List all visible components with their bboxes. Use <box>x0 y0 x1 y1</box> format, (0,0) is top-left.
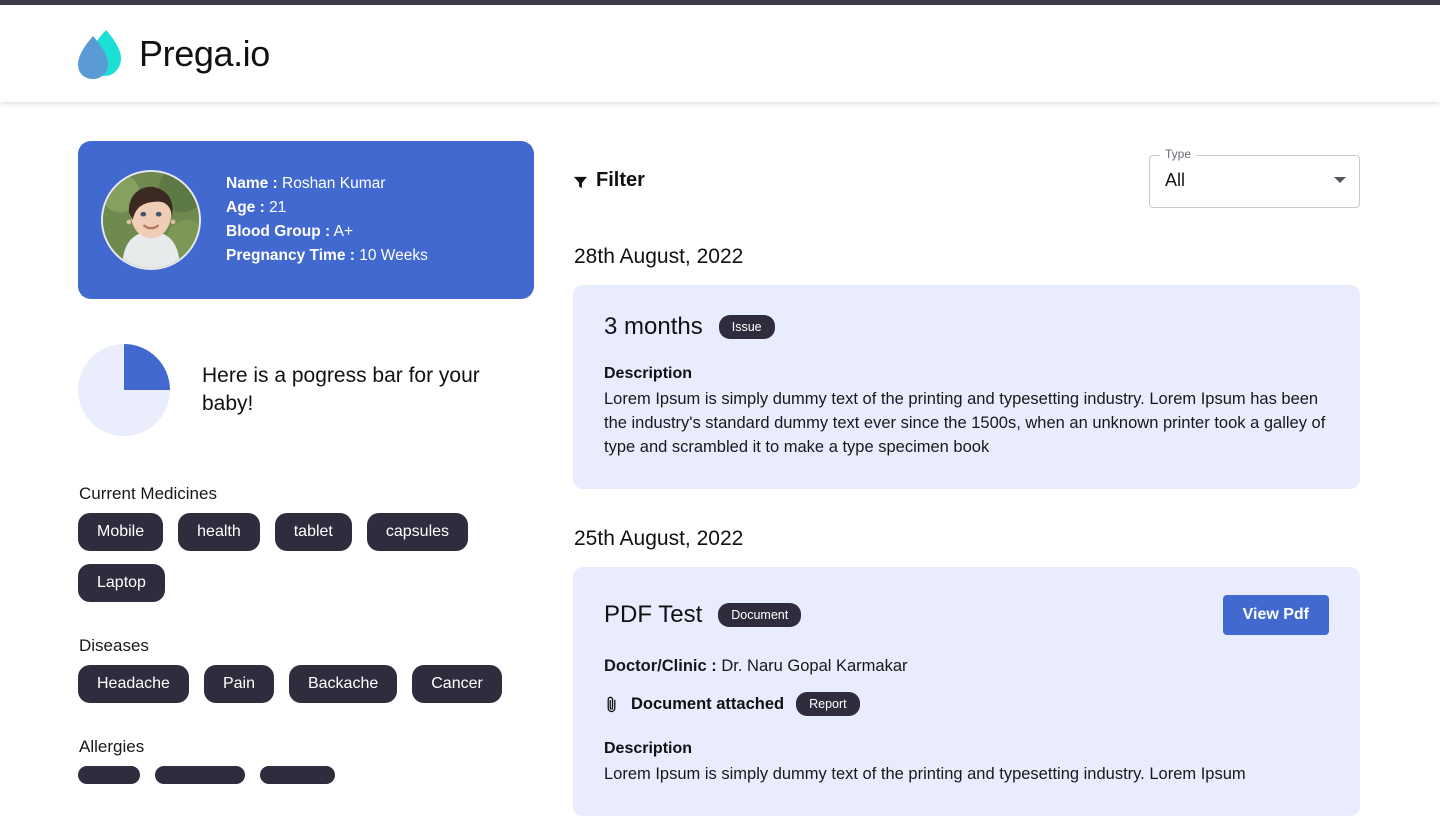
patient-field-blood-group: Blood Group : A+ <box>226 220 428 244</box>
patient-sidebar: Name : Roshan Kumar Age : 21 Blood Group… <box>78 141 534 784</box>
group-current-medicines: Current Medicines Mobile health tablet c… <box>78 484 534 602</box>
funnel-icon <box>573 173 588 189</box>
patient-field-age-label: Age : <box>226 199 265 216</box>
description-label: Description <box>604 365 693 382</box>
attachment-label: Document attached <box>631 694 785 713</box>
record-title: PDF Test <box>604 601 703 628</box>
chevron-down-icon[interactable] <box>1334 177 1346 183</box>
chip[interactable] <box>78 766 140 784</box>
patient-field-age: Age : 21 <box>226 196 428 220</box>
record-card: 3 months Issue Description Lorem Ipsum i… <box>573 285 1360 489</box>
record-date: 25th August, 2022 <box>574 527 744 550</box>
doctor-clinic-label: Doctor/Clinic : <box>604 657 717 675</box>
app-header: Prega.io <box>0 5 1440 102</box>
patient-field-pregnancy-time: Pregnancy Time : 10 Weeks <box>226 244 428 268</box>
filter-label: Filter <box>596 169 645 191</box>
type-select[interactable]: Type All <box>1149 147 1360 208</box>
patient-info: Name : Roshan Kumar Age : 21 Blood Group… <box>226 172 428 268</box>
section-title-diseases: Diseases <box>79 636 149 655</box>
chip[interactable] <box>260 766 335 784</box>
attachment-badge: Report <box>796 692 860 716</box>
patient-field-pregnancy-time-value: 10 Weeks <box>359 247 428 264</box>
paperclip-icon <box>604 695 619 714</box>
group-allergies: Allergies <box>78 737 534 784</box>
record-header: 3 months Issue <box>604 313 1329 341</box>
section-title-allergies: Allergies <box>79 737 145 756</box>
chip[interactable]: Pain <box>203 665 274 703</box>
record-header: PDF Test Document View Pdf <box>604 595 1329 635</box>
chip[interactable]: Cancer <box>412 665 502 703</box>
page-body: Name : Roshan Kumar Age : 21 Blood Group… <box>0 102 1440 816</box>
patient-field-name: Name : Roshan Kumar <box>226 172 428 196</box>
progress-text: Here is a pogress bar for your baby! <box>202 364 480 415</box>
status-badge: Document <box>718 603 802 627</box>
record-title: 3 months <box>604 313 703 340</box>
chip[interactable] <box>155 766 245 784</box>
chip-list-current-medicines: Mobile health tablet capsules Laptop <box>78 513 534 602</box>
chip[interactable]: tablet <box>274 513 352 551</box>
patient-field-blood-group-label: Blood Group : <box>226 223 331 240</box>
view-pdf-button[interactable]: View Pdf <box>1222 595 1329 635</box>
filter-bar: Filter Type All <box>573 141 1360 208</box>
description-label: Description <box>604 740 693 757</box>
chip[interactable]: Mobile <box>78 513 164 551</box>
description-text: Lorem Ipsum is simply dummy text of the … <box>604 390 1326 456</box>
brand-name: Prega.io <box>139 32 270 74</box>
patient-field-blood-group-value: A+ <box>333 223 354 240</box>
chip-list-allergies <box>78 766 534 784</box>
record-date: 28th August, 2022 <box>574 245 744 268</box>
pregnancy-progress: Here is a pogress bar for your baby! <box>78 344 534 436</box>
chip-list-diseases: Headache Pain Backache Cancer <box>78 665 534 703</box>
patient-field-pregnancy-time-label: Pregnancy Time : <box>226 247 355 264</box>
status-badge: Issue <box>718 315 775 339</box>
doctor-clinic-line: Doctor/Clinic : Dr. Naru Gopal Karmakar <box>604 657 1329 676</box>
avatar <box>101 170 201 270</box>
records-panel: Filter Type All 28th August, 2022 3 mont… <box>573 141 1360 816</box>
patient-field-name-label: Name : <box>226 175 278 192</box>
type-select-legend: Type <box>1160 147 1197 161</box>
brand[interactable]: Prega.io <box>76 28 270 80</box>
description-text: Lorem Ipsum is simply dummy text of the … <box>604 765 1246 783</box>
patient-field-name-value: Roshan Kumar <box>282 175 386 192</box>
patient-field-age-value: 21 <box>269 199 287 216</box>
chip[interactable]: health <box>178 513 260 551</box>
chip[interactable]: Headache <box>78 665 189 703</box>
patient-card: Name : Roshan Kumar Age : 21 Blood Group… <box>78 141 534 299</box>
section-title-current-medicines: Current Medicines <box>79 484 217 503</box>
record-card: PDF Test Document View Pdf Doctor/Clinic… <box>573 567 1360 816</box>
progress-pie-chart <box>78 344 170 436</box>
type-select-value: All <box>1165 170 1186 190</box>
chip[interactable]: Laptop <box>78 564 165 602</box>
water-drop-logo-icon <box>76 28 122 80</box>
doctor-clinic-value: Dr. Naru Gopal Karmakar <box>721 657 908 675</box>
filter-heading[interactable]: Filter <box>573 169 645 192</box>
record-header-left: 3 months Issue <box>604 313 775 341</box>
chip[interactable]: capsules <box>366 513 469 551</box>
chip[interactable]: Backache <box>288 665 398 703</box>
record-header-left: PDF Test Document <box>604 601 802 629</box>
attachment-row[interactable]: Document attached Report <box>604 692 1329 716</box>
group-diseases: Diseases Headache Pain Backache Cancer <box>78 636 534 703</box>
